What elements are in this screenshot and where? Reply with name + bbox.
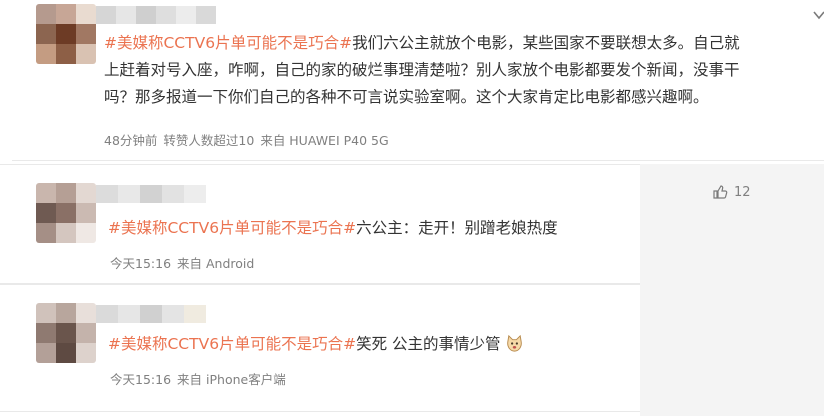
topic-link[interactable]: #美媒称CCTV6片单可能不是巧合# xyxy=(104,34,352,52)
reply-card: #美媒称CCTV6片单可能不是巧合#笑死 公主的事情少管 今天15:16 来自 i… xyxy=(0,284,640,412)
reply-time[interactable]: 今天15:16 xyxy=(110,372,171,387)
username[interactable] xyxy=(96,6,246,24)
cat-face-emoji xyxy=(506,334,522,352)
reply-text: #美媒称CCTV6片单可能不是巧合#笑死 公主的事情少管 xyxy=(108,331,524,358)
avatar[interactable] xyxy=(36,183,96,243)
post-meta: 48分钟前 转赞人数超过10 来自 HUAWEI P40 5G xyxy=(104,130,395,149)
post-text-line-2: 上赶着对号入座，咋啊，自己的家的破烂事理清楚啦？别人家放个电影都要发个新闻，没事… xyxy=(104,61,740,79)
post-text-line-1: 我们六公主就放个电影，某些国家不要联想太多。自己就 xyxy=(352,34,740,52)
reply-source: 来自 Android xyxy=(177,256,255,271)
username[interactable] xyxy=(96,305,246,323)
username[interactable] xyxy=(96,185,246,203)
reply-text: #美媒称CCTV6片单可能不是巧合#六公主：走开！别蹭老娘热度 xyxy=(108,215,558,242)
reply-meta: 今天15:16 来自 iPhone客户端 xyxy=(110,369,292,388)
post-text: #美媒称CCTV6片单可能不是巧合#我们六公主就放个电影，某些国家不要联想太多。… xyxy=(104,30,740,111)
like-count: 12 xyxy=(734,184,751,200)
topic-link[interactable]: #美媒称CCTV6片单可能不是巧合# xyxy=(108,219,356,237)
repost-info: 转赞人数超过10 xyxy=(163,133,255,148)
reply-body: 笑死 公主的事情少管 xyxy=(356,335,501,353)
topic-link[interactable]: #美媒称CCTV6片单可能不是巧合# xyxy=(108,335,356,353)
reply-time[interactable]: 今天15:16 xyxy=(110,256,171,271)
reply-body: 六公主：走开！别蹭老娘热度 xyxy=(356,219,558,237)
post-text-line-3: 吗？那多报道一下你们自己的各种不可言说实验室啊。这个大家肯定比电影都感兴趣啊。 xyxy=(104,88,709,106)
reply-source: 来自 iPhone客户端 xyxy=(177,372,286,387)
post-time[interactable]: 48分钟前 xyxy=(104,133,157,148)
avatar[interactable] xyxy=(36,303,96,363)
avatar[interactable] xyxy=(36,4,96,64)
main-post-card: #美媒称CCTV6片单可能不是巧合#我们六公主就放个电影，某些国家不要联想太多。… xyxy=(12,0,824,161)
like-button[interactable]: 12 xyxy=(712,184,751,200)
reply-card: #美媒称CCTV6片单可能不是巧合#六公主：走开！别蹭老娘热度 今天15:16 来… xyxy=(0,164,640,284)
chevron-down-icon[interactable] xyxy=(812,8,824,22)
post-source: 来自 HUAWEI P40 5G xyxy=(260,133,389,148)
sidebar-background xyxy=(640,164,824,416)
thumbs-up-icon xyxy=(713,185,728,199)
reply-meta: 今天15:16 来自 Android xyxy=(110,253,260,272)
